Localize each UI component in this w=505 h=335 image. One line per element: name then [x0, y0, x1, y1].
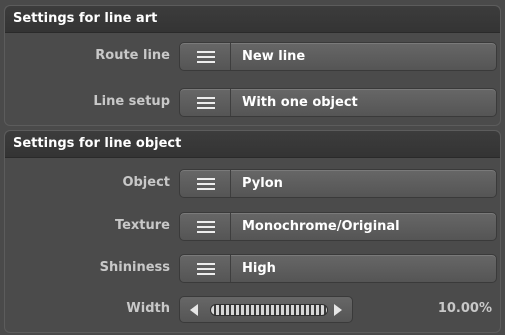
menu-icon: [197, 263, 215, 275]
menu-icon: [197, 221, 215, 233]
shininess-value: High: [242, 261, 276, 276]
width-slider-thumb[interactable]: [210, 304, 328, 316]
line-art-settings-panel: Settings for line art Route line New lin…: [4, 5, 501, 126]
arrow-left-icon[interactable]: [190, 304, 198, 316]
line-setup-row: Line setup With one object: [5, 84, 500, 120]
line-setup-value: With one object: [242, 95, 358, 110]
object-row: Object Pylon: [5, 165, 500, 201]
texture-label: Texture: [114, 218, 170, 233]
texture-value: Monochrome/Original: [242, 219, 400, 234]
width-slider[interactable]: [179, 296, 353, 323]
object-value: Pylon: [242, 176, 283, 191]
menu-icon: [197, 51, 215, 63]
object-dropdown-handle[interactable]: [180, 170, 231, 197]
line-object-settings-panel: Settings for line object Object Pylon Te…: [4, 130, 501, 333]
route-line-dropdown-handle[interactable]: [180, 43, 231, 70]
texture-dropdown[interactable]: Monochrome/Original: [179, 212, 497, 241]
object-label: Object: [122, 175, 170, 190]
width-value: 10.00%: [437, 301, 492, 316]
line-object-settings-header: Settings for line object: [5, 131, 500, 158]
route-line-value: New line: [242, 49, 306, 64]
route-line-label: Route line: [95, 48, 170, 63]
object-dropdown[interactable]: Pylon: [179, 169, 497, 198]
menu-icon: [197, 97, 215, 109]
width-label: Width: [126, 301, 170, 316]
route-line-row: Route line New line: [5, 38, 500, 74]
texture-dropdown-handle[interactable]: [180, 213, 231, 240]
shininess-dropdown-handle[interactable]: [180, 255, 231, 282]
line-setup-dropdown-handle[interactable]: [180, 89, 231, 116]
line-setup-dropdown[interactable]: With one object: [179, 88, 497, 117]
arrow-right-icon[interactable]: [334, 304, 342, 316]
line-setup-label: Line setup: [93, 94, 170, 109]
shininess-label: Shininess: [99, 260, 170, 275]
shininess-dropdown[interactable]: High: [179, 254, 497, 283]
texture-row: Texture Monochrome/Original: [5, 208, 500, 244]
width-row: Width 10.00%: [5, 291, 500, 327]
route-line-dropdown[interactable]: New line: [179, 42, 497, 71]
menu-icon: [197, 178, 215, 190]
line-art-settings-header: Settings for line art: [5, 6, 500, 33]
shininess-row: Shininess High: [5, 250, 500, 286]
